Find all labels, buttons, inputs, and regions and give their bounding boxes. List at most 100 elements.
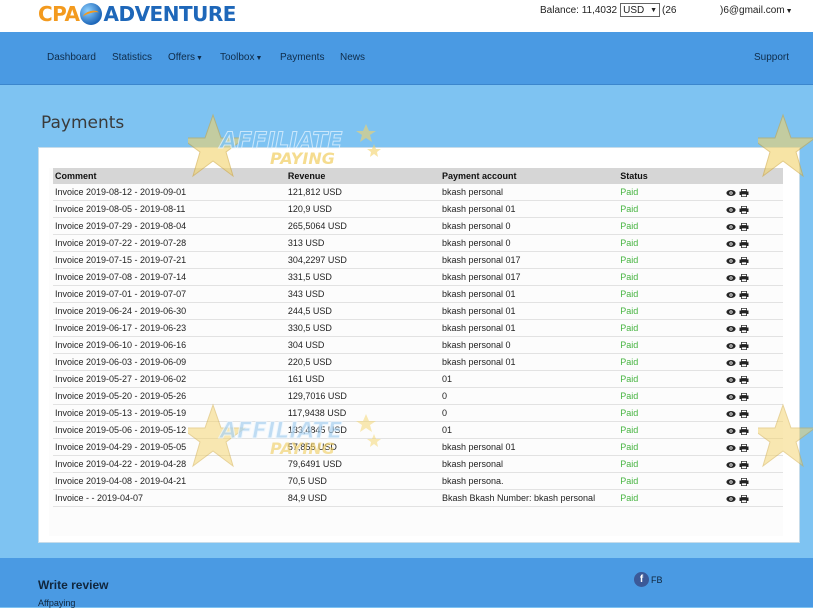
nav-dashboard[interactable]: Dashboard bbox=[47, 52, 96, 63]
account-email: )6@gmail.com bbox=[720, 5, 785, 16]
cell-payment-account: bkash personal bbox=[439, 455, 619, 473]
cell-revenue: 313 USD bbox=[285, 234, 440, 252]
table-row: Invoice 2019-04-22 - 2019-04-28 79,6491 U… bbox=[53, 455, 783, 473]
print-icon[interactable] bbox=[739, 460, 749, 469]
print-icon[interactable] bbox=[739, 341, 749, 350]
cpa-adventure-logo[interactable]: CPA ADVENTURE bbox=[38, 0, 236, 28]
cell-payment-account: bkash personal 01 bbox=[439, 302, 619, 320]
view-eye-icon[interactable] bbox=[726, 376, 736, 384]
cell-actions bbox=[721, 489, 783, 507]
print-icon[interactable] bbox=[739, 324, 749, 333]
nav-payments[interactable]: Payments bbox=[280, 52, 324, 63]
table-row: Invoice 2019-07-01 - 2019-07-07 343 USD bk… bbox=[53, 285, 783, 303]
currency-select[interactable]: USD ▼ bbox=[620, 3, 661, 17]
account-menu[interactable]: )6@gmail.com▼ bbox=[720, 5, 793, 16]
cell-actions bbox=[721, 370, 783, 388]
cell-comment: Invoice - - 2019-04-07 bbox=[53, 489, 286, 507]
cell-comment: Invoice 2019-07-08 - 2019-07-14 bbox=[53, 268, 286, 286]
view-eye-icon[interactable] bbox=[726, 359, 736, 367]
nav-statistics[interactable]: Statistics bbox=[112, 52, 152, 63]
print-icon[interactable] bbox=[739, 256, 749, 265]
view-eye-icon[interactable] bbox=[726, 308, 736, 316]
cell-payment-account: 0 bbox=[439, 387, 619, 405]
table-row: Invoice 2019-07-22 - 2019-07-28 313 USD bk… bbox=[53, 234, 783, 252]
cell-actions bbox=[721, 285, 783, 303]
view-eye-icon[interactable] bbox=[726, 342, 736, 350]
view-eye-icon[interactable] bbox=[726, 478, 736, 486]
table-row: Invoice 2019-08-12 - 2019-09-01 121,812 U… bbox=[53, 184, 783, 201]
table-row: Invoice 2019-06-03 - 2019-06-09 220,5 USD… bbox=[53, 353, 783, 371]
view-eye-icon[interactable] bbox=[726, 444, 736, 452]
cell-actions bbox=[721, 353, 783, 371]
cell-payment-account: bkash personal 01 bbox=[439, 319, 619, 337]
print-icon[interactable] bbox=[739, 409, 749, 418]
view-eye-icon[interactable] bbox=[726, 240, 736, 248]
cell-payment-account: bkash personal 01 bbox=[439, 353, 619, 371]
cell-comment: Invoice 2019-05-20 - 2019-05-26 bbox=[53, 387, 286, 405]
view-eye-icon[interactable] bbox=[726, 393, 736, 401]
print-icon[interactable] bbox=[739, 477, 749, 486]
cell-comment: Invoice 2019-06-10 - 2019-06-16 bbox=[53, 336, 286, 354]
print-icon[interactable] bbox=[739, 307, 749, 316]
caret-down-icon: ▼ bbox=[255, 55, 263, 62]
cell-payment-account: bkash personal 0 bbox=[439, 217, 619, 235]
print-icon[interactable] bbox=[739, 392, 749, 401]
cell-comment: Invoice 2019-08-12 - 2019-09-01 bbox=[53, 184, 286, 201]
facebook-label: FB bbox=[651, 574, 663, 585]
table-row: Invoice 2019-05-13 - 2019-05-19 117,9438 … bbox=[53, 404, 783, 422]
view-eye-icon[interactable] bbox=[726, 291, 736, 299]
cell-status: Paid bbox=[618, 184, 722, 201]
cell-comment: Invoice 2019-06-24 - 2019-06-30 bbox=[53, 302, 286, 320]
print-icon[interactable] bbox=[739, 358, 749, 367]
print-icon[interactable] bbox=[739, 205, 749, 214]
cell-comment: Invoice 2019-07-01 - 2019-07-07 bbox=[53, 285, 286, 303]
view-eye-icon[interactable] bbox=[726, 495, 736, 503]
view-eye-icon[interactable] bbox=[726, 206, 736, 214]
caret-down-icon: ▼ bbox=[196, 55, 203, 62]
cell-revenue: 120,9 USD bbox=[285, 200, 440, 218]
nav-news[interactable]: News bbox=[340, 52, 365, 63]
nav-support[interactable]: Support bbox=[754, 52, 789, 63]
table-row: Invoice 2019-06-17 - 2019-06-23 330,5 USD… bbox=[53, 319, 783, 337]
cell-actions bbox=[721, 234, 783, 252]
cell-revenue: 304,2297 USD bbox=[285, 251, 440, 269]
print-icon[interactable] bbox=[739, 239, 749, 248]
print-icon[interactable] bbox=[739, 273, 749, 282]
print-icon[interactable] bbox=[739, 188, 749, 197]
print-icon[interactable] bbox=[739, 222, 749, 231]
cell-status: Paid bbox=[618, 489, 722, 507]
write-review-title[interactable]: Write review bbox=[38, 578, 108, 592]
view-eye-icon[interactable] bbox=[726, 410, 736, 418]
nav-offers[interactable]: Offers▼ bbox=[168, 52, 203, 63]
payments-table-body: Invoice 2019-08-12 - 2019-09-01 121,812 U… bbox=[53, 184, 783, 507]
view-eye-icon[interactable] bbox=[726, 189, 736, 197]
cell-revenue: 57,855 USD bbox=[285, 438, 440, 456]
cell-status: Paid bbox=[618, 438, 722, 456]
cell-actions bbox=[721, 438, 783, 456]
cell-actions bbox=[721, 217, 783, 235]
table-row: Invoice - - 2019-04-07 84,9 USD Bkash Bkas… bbox=[53, 489, 783, 507]
currency-value: USD bbox=[623, 4, 645, 16]
cell-status: Paid bbox=[618, 217, 722, 235]
view-eye-icon[interactable] bbox=[726, 274, 736, 282]
print-icon[interactable] bbox=[739, 290, 749, 299]
print-icon[interactable] bbox=[739, 443, 749, 452]
footer: Write review Affpaying f FB bbox=[0, 558, 813, 608]
view-eye-icon[interactable] bbox=[726, 461, 736, 469]
table-row: Invoice 2019-07-15 - 2019-07-21 304,2297 … bbox=[53, 251, 783, 269]
view-eye-icon[interactable] bbox=[726, 257, 736, 265]
facebook-link[interactable]: f FB bbox=[634, 572, 663, 587]
payments-table: Comment Revenue Payment account Status I… bbox=[53, 168, 783, 507]
cell-actions bbox=[721, 319, 783, 337]
view-eye-icon[interactable] bbox=[726, 223, 736, 231]
cell-payment-account: bkash personal 0 bbox=[439, 234, 619, 252]
print-icon[interactable] bbox=[739, 375, 749, 384]
cell-actions bbox=[721, 404, 783, 422]
nav-toolbox[interactable]: Toolbox▼ bbox=[220, 52, 262, 63]
view-eye-icon[interactable] bbox=[726, 325, 736, 333]
print-icon[interactable] bbox=[739, 426, 749, 435]
print-icon[interactable] bbox=[739, 494, 749, 503]
view-eye-icon[interactable] bbox=[726, 427, 736, 435]
cell-revenue: 121,812 USD bbox=[285, 184, 440, 201]
table-row: Invoice 2019-07-29 - 2019-08-04 265,5064 … bbox=[53, 217, 783, 235]
